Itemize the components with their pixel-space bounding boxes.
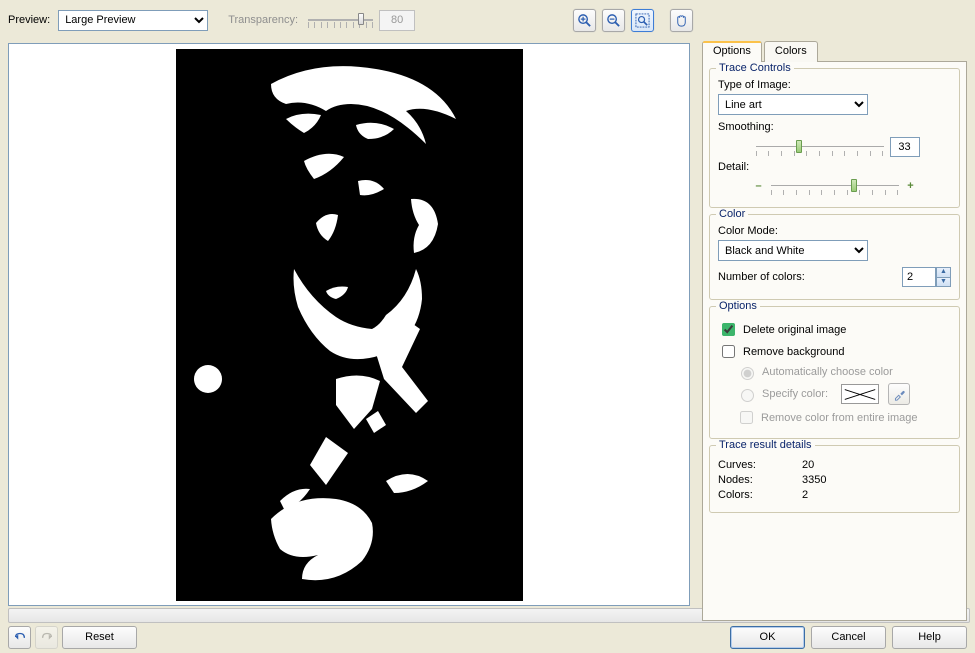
group-options: Options Delete original image Remove bac… <box>709 306 960 439</box>
specify-color-input <box>741 389 754 402</box>
eyedropper-icon <box>893 388 906 401</box>
zoom-out-button[interactable] <box>602 9 625 32</box>
preview-label: Preview: <box>8 14 50 26</box>
color-mode-select[interactable]: Black and White <box>718 240 868 261</box>
preview-select[interactable]: Large Preview <box>58 10 208 31</box>
auto-color-radio: Automatically choose color <box>736 364 951 380</box>
zoom-in-button[interactable] <box>573 9 596 32</box>
zoom-in-icon <box>577 13 592 28</box>
delete-original-label: Delete original image <box>743 324 846 336</box>
portrait-silhouette <box>176 49 523 601</box>
tab-body: Trace Controls Type of Image: Line art S… <box>702 61 967 621</box>
detail-minus[interactable]: – <box>753 180 765 192</box>
num-colors-value[interactable]: 2 <box>902 267 936 287</box>
preview-area[interactable] <box>8 43 690 606</box>
num-colors-spinner[interactable]: 2 ▲▼ <box>902 267 951 287</box>
group-trace-controls: Trace Controls Type of Image: Line art S… <box>709 68 960 208</box>
group-title-trace: Trace Controls <box>716 62 794 74</box>
auto-color-input <box>741 367 754 380</box>
eyedropper-button <box>888 383 910 405</box>
cancel-button[interactable]: Cancel <box>811 626 886 649</box>
redo-button <box>35 626 58 649</box>
side-panel: Options Colors Trace Controls Type of Im… <box>702 40 967 621</box>
group-title-results: Trace result details <box>716 439 815 451</box>
zoom-fit-button[interactable] <box>631 9 654 32</box>
remove-from-entire-checkbox: Remove color from entire image <box>736 408 951 427</box>
type-of-image-label: Type of Image: <box>718 79 951 91</box>
undo-button[interactable] <box>8 626 31 649</box>
group-results: Trace result details Curves:20 Nodes:335… <box>709 445 960 513</box>
remove-from-entire-label: Remove color from entire image <box>761 412 918 424</box>
bottom-bar: Reset OK Cancel Help <box>0 625 975 653</box>
smoothing-value[interactable]: 33 <box>890 137 920 157</box>
smoothing-slider[interactable] <box>756 138 884 156</box>
zoom-out-icon <box>606 13 621 28</box>
hand-icon <box>674 13 689 28</box>
undo-icon <box>13 630 27 644</box>
tab-options[interactable]: Options <box>702 41 762 62</box>
group-title-options: Options <box>716 300 760 312</box>
detail-plus[interactable]: + <box>905 180 917 192</box>
specify-color-label: Specify color: <box>762 388 828 400</box>
group-color: Color Color Mode: Black and White Number… <box>709 214 960 300</box>
type-of-image-select[interactable]: Line art <box>718 94 868 115</box>
colors-label: Colors: <box>718 489 802 501</box>
ok-button[interactable]: OK <box>730 626 805 649</box>
num-colors-label: Number of colors: <box>718 271 805 283</box>
transparency-value: 80 <box>379 10 415 31</box>
tab-bar: Options Colors <box>702 40 967 61</box>
smoothing-label: Smoothing: <box>718 121 951 133</box>
nodes-value: 3350 <box>802 474 826 486</box>
nodes-label: Nodes: <box>718 474 802 486</box>
auto-color-label: Automatically choose color <box>762 366 893 378</box>
color-swatch <box>841 384 879 404</box>
remove-background-checkbox[interactable]: Remove background <box>718 342 951 361</box>
view-tools <box>573 9 693 32</box>
transparency-label: Transparency: <box>228 14 298 26</box>
redo-icon <box>40 630 54 644</box>
colors-value: 2 <box>802 489 808 501</box>
tab-colors[interactable]: Colors <box>764 41 818 62</box>
detail-label: Detail: <box>718 161 951 173</box>
pan-button[interactable] <box>670 9 693 32</box>
top-bar: Preview: Large Preview Transparency: 80 <box>0 0 975 34</box>
transparency-slider: 80 <box>308 10 415 31</box>
remove-background-input[interactable] <box>722 345 735 358</box>
traced-image <box>176 49 523 601</box>
delete-original-checkbox[interactable]: Delete original image <box>718 320 951 339</box>
group-title-color: Color <box>716 208 748 220</box>
specify-color-radio: Specify color: <box>736 383 951 405</box>
help-button[interactable]: Help <box>892 626 967 649</box>
remove-background-label: Remove background <box>743 346 845 358</box>
spin-up[interactable]: ▲ <box>936 267 951 277</box>
detail-slider[interactable] <box>771 177 899 195</box>
zoom-fit-icon <box>635 13 650 28</box>
curves-label: Curves: <box>718 459 802 471</box>
reset-button[interactable]: Reset <box>62 626 137 649</box>
remove-from-entire-input <box>740 411 753 424</box>
spin-down[interactable]: ▼ <box>936 277 951 287</box>
curves-value: 20 <box>802 459 814 471</box>
delete-original-input[interactable] <box>722 323 735 336</box>
color-mode-label: Color Mode: <box>718 225 951 237</box>
